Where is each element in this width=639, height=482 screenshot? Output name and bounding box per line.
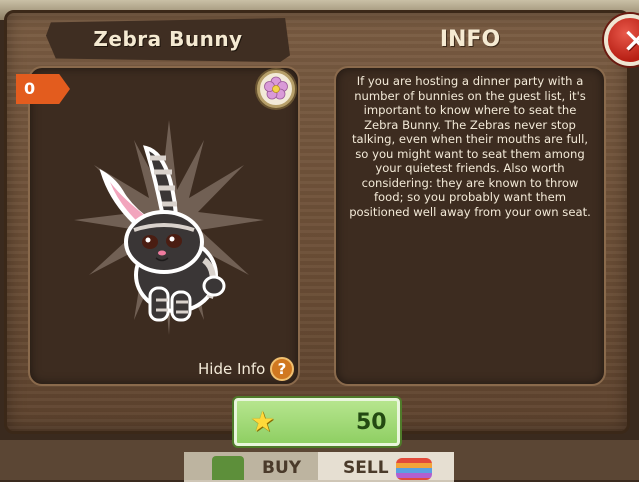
- flower-icon[interactable]: [257, 70, 295, 108]
- item-count: 0: [24, 79, 36, 98]
- hide-info-link[interactable]: Hide Info: [198, 360, 265, 378]
- star-icon: ★: [250, 405, 276, 438]
- shopping-bag-icon: [212, 456, 244, 480]
- item-title: Zebra Bunny: [93, 27, 243, 51]
- flower-icon-graphic: [264, 76, 288, 100]
- close-icon: ✕: [622, 22, 639, 62]
- bunny-head: [124, 210, 204, 274]
- item-description: If you are hosting a dinner party with a…: [349, 74, 591, 219]
- info-heading: INFO: [439, 27, 501, 52]
- items-stack-icon: [396, 458, 432, 480]
- zebra-bunny-image: [74, 120, 264, 335]
- price-value: 50: [356, 410, 387, 435]
- help-icon[interactable]: ?: [270, 357, 294, 381]
- tab-buy-label: BUY: [262, 458, 302, 478]
- tab-sell-label: SELL: [343, 458, 389, 478]
